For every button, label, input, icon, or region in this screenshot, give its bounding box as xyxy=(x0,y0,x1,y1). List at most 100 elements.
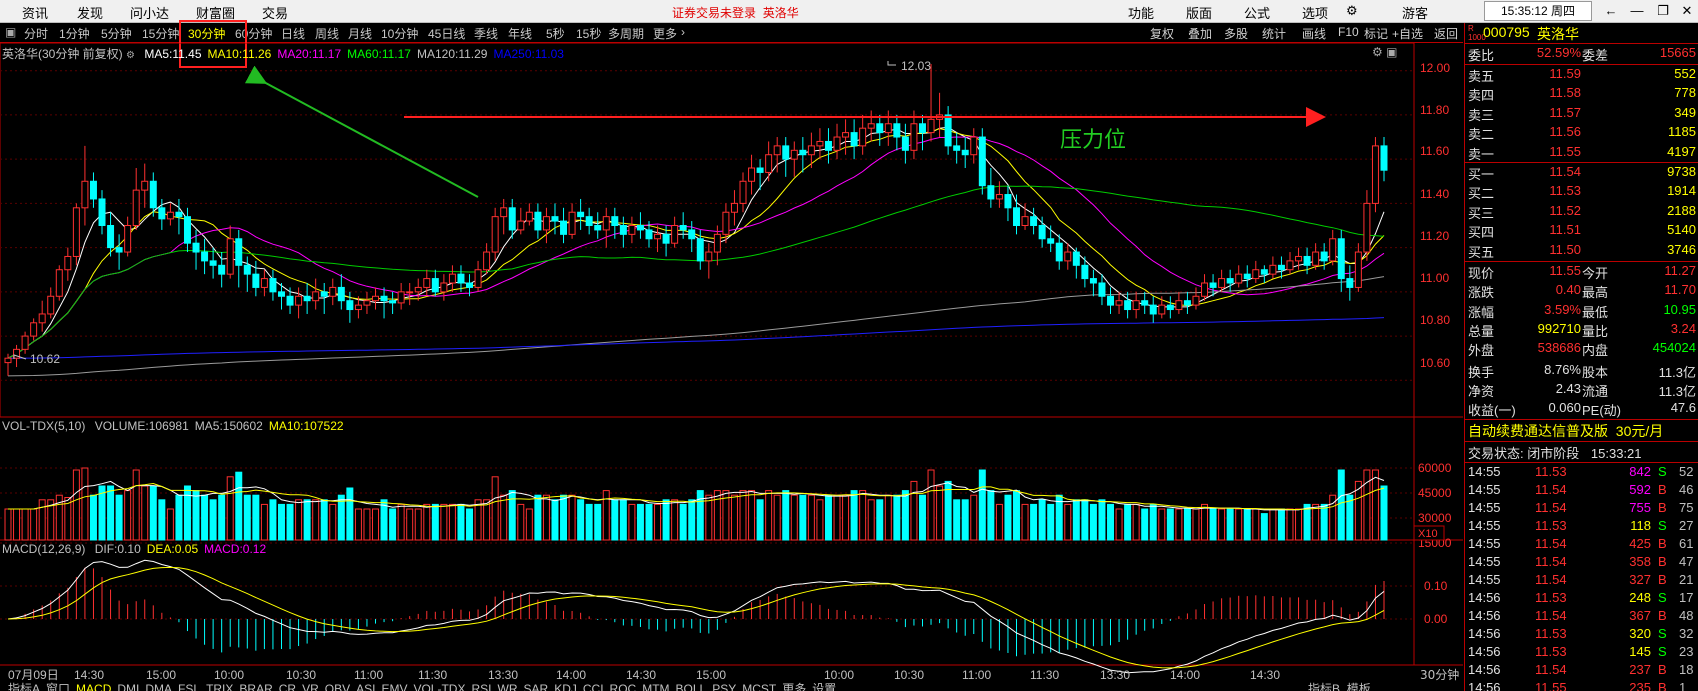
volume-bars[interactable] xyxy=(4,467,1388,541)
tool-mark[interactable]: 标记 xyxy=(1364,25,1388,42)
tab-indicator[interactable]: BRAR xyxy=(239,682,272,691)
tab-template[interactable]: 模板 xyxy=(1347,682,1371,691)
tab-indicator[interactable]: DMI xyxy=(117,682,139,691)
tab-period-season[interactable]: 季线 xyxy=(474,25,498,42)
menu-user[interactable]: 游客 xyxy=(1402,3,1428,22)
tab-indicator[interactable]: MACD xyxy=(76,682,111,691)
kline-chart-area[interactable]: 压力位 12.03 10.62 12.00 11.80 11.60 11.40 … xyxy=(0,43,1463,691)
candlesticks[interactable] xyxy=(4,64,1388,376)
macd-bars[interactable] xyxy=(7,559,1385,674)
minimize-icon[interactable]: — xyxy=(1626,2,1648,20)
menu-item-wealth[interactable]: 财富圈 xyxy=(196,3,235,22)
tab-indicator[interactable]: FSL xyxy=(178,682,200,691)
wei-bi-row: 委比 52.59% 委差 15665 xyxy=(1465,45,1698,64)
menu-item-layout[interactable]: 版面 xyxy=(1186,3,1212,22)
tab-indicator[interactable]: 更多 xyxy=(782,682,806,691)
tab-period-15s[interactable]: 15秒 xyxy=(576,25,601,42)
kline-chart-svg[interactable]: 压力位 12.03 10.62 12.00 11.80 11.60 11.40 … xyxy=(0,43,1463,691)
period-toolbar: ▣ 分时 1分钟 5分钟 15分钟 30分钟 60分钟 日线 周线 月线 10分… xyxy=(0,23,1463,43)
candle-down xyxy=(824,140,832,151)
tab-indicator[interactable]: EMV xyxy=(381,682,407,691)
tab-period-multi[interactable]: 多周期 xyxy=(608,25,644,42)
tab-indicator[interactable]: 设置 xyxy=(812,682,836,691)
tool-draw-line[interactable]: 画线 xyxy=(1302,25,1326,42)
tool-overlay[interactable]: 叠加 xyxy=(1188,25,1212,42)
chart-settings-icon[interactable]: ⚙ ▣ xyxy=(1372,45,1397,59)
tab-period-5s[interactable]: 5秒 xyxy=(546,25,565,42)
tab-period-10min[interactable]: 10分钟 xyxy=(381,25,418,42)
volume-bar-down xyxy=(1260,513,1268,541)
tab-indicator[interactable]: TRIX xyxy=(206,682,233,691)
close-icon[interactable]: ✕ xyxy=(1676,2,1698,20)
tool-statistics[interactable]: 统计 xyxy=(1262,25,1286,42)
tab-indicator[interactable]: ASI xyxy=(356,682,375,691)
tab-indicator[interactable]: ROC xyxy=(610,682,637,691)
tick-cell: 14:55 xyxy=(1468,500,1501,515)
tool-return[interactable]: 返回 xyxy=(1434,25,1458,42)
menu-item-news[interactable]: 资讯 xyxy=(22,3,48,22)
tab-period-week[interactable]: 周线 xyxy=(315,25,339,42)
candle-down xyxy=(850,132,858,147)
login-notice[interactable]: 证券交易未登录 英洛华 xyxy=(672,4,799,21)
settings-icon[interactable]: ⚙ xyxy=(126,50,135,61)
tab-indicator[interactable]: 指标A xyxy=(8,682,40,691)
tab-period-month[interactable]: 月线 xyxy=(348,25,372,42)
tab-indicator[interactable]: MTM xyxy=(642,682,669,691)
menu-item-function[interactable]: 功能 xyxy=(1128,3,1154,22)
tab-period-30min[interactable]: 30分钟 xyxy=(188,25,225,42)
tab-indicator[interactable]: OBV xyxy=(325,682,350,691)
volume-bar-up xyxy=(654,503,662,541)
tool-f10[interactable]: F10 xyxy=(1338,25,1359,39)
period-label: 30分钟 xyxy=(1420,667,1459,682)
volume-bar-up xyxy=(730,494,738,541)
tab-indicator[interactable]: DMA xyxy=(145,682,172,691)
tab-period-day[interactable]: 日线 xyxy=(281,25,305,42)
legend-item: MACD:0.12 xyxy=(204,542,267,556)
tool-multi-stock[interactable]: 多股 xyxy=(1224,25,1248,42)
candle-down xyxy=(1004,194,1012,209)
tab-period-fenshi[interactable]: 分时 xyxy=(24,25,48,42)
tab-indicator[interactable]: PSY xyxy=(712,682,736,691)
back-icon[interactable]: ← xyxy=(1600,2,1622,20)
tab-indicator[interactable]: BOLL xyxy=(676,682,707,691)
tool-add-watchlist[interactable]: +自选 xyxy=(1392,25,1423,42)
menu-item-formula[interactable]: 公式 xyxy=(1244,3,1270,22)
tab-period-60min[interactable]: 60分钟 xyxy=(235,25,272,42)
tab-indicator[interactable]: CR xyxy=(279,682,296,691)
tab-indicator[interactable]: RSI xyxy=(471,682,491,691)
cell: PE(动) xyxy=(1582,403,1622,419)
tab-period-more[interactable]: 更多 xyxy=(653,25,677,42)
chevron-right-icon[interactable]: › xyxy=(681,25,685,39)
tab-period-5min[interactable]: 5分钟 xyxy=(101,25,132,42)
tab-indicator[interactable]: VOL-TDX xyxy=(413,682,465,691)
cell: 3746 xyxy=(1667,241,1696,257)
legend-item: MA20:11.17 xyxy=(277,47,342,61)
candle-up xyxy=(842,132,850,138)
candle-down xyxy=(303,295,311,302)
gear-icon[interactable]: ⚙ xyxy=(1346,3,1358,19)
volume-bar-up xyxy=(4,508,12,541)
volume-bar-down xyxy=(1030,503,1038,541)
tab-period-1min[interactable]: 1分钟 xyxy=(59,25,90,42)
ad-banner[interactable]: 自动续费通达信普及版 30元/月 xyxy=(1468,421,1663,441)
tab-indicator-b[interactable]: 指标B xyxy=(1308,682,1340,691)
tab-period-year[interactable]: 年线 xyxy=(508,25,532,42)
menu-item-discover[interactable]: 发现 xyxy=(77,3,103,22)
tab-period-15min[interactable]: 15分钟 xyxy=(142,25,179,42)
tab-indicator[interactable]: VR xyxy=(302,682,319,691)
tab-period-45day[interactable]: 45日线 xyxy=(428,25,465,42)
layout-icon[interactable]: ▣ xyxy=(5,25,16,39)
menu-item-trade[interactable]: 交易 xyxy=(262,3,288,22)
restore-icon[interactable]: ❐ xyxy=(1652,2,1674,20)
tab-indicator[interactable]: 窗口 xyxy=(46,682,70,691)
menu-item-options[interactable]: 选项 xyxy=(1302,3,1328,22)
tab-indicator[interactable]: KDJ xyxy=(554,682,577,691)
menu-item-ask[interactable]: 问小达 xyxy=(130,3,169,22)
cell: 卖三 xyxy=(1468,107,1495,123)
tab-indicator[interactable]: MCST xyxy=(742,682,776,691)
tool-fuquan[interactable]: 复权 xyxy=(1150,25,1174,42)
cell: 3.24 xyxy=(1670,320,1696,336)
tab-indicator[interactable]: CCI xyxy=(583,682,604,691)
tab-indicator[interactable]: SAR xyxy=(524,682,549,691)
tab-indicator[interactable]: WR xyxy=(498,682,518,691)
